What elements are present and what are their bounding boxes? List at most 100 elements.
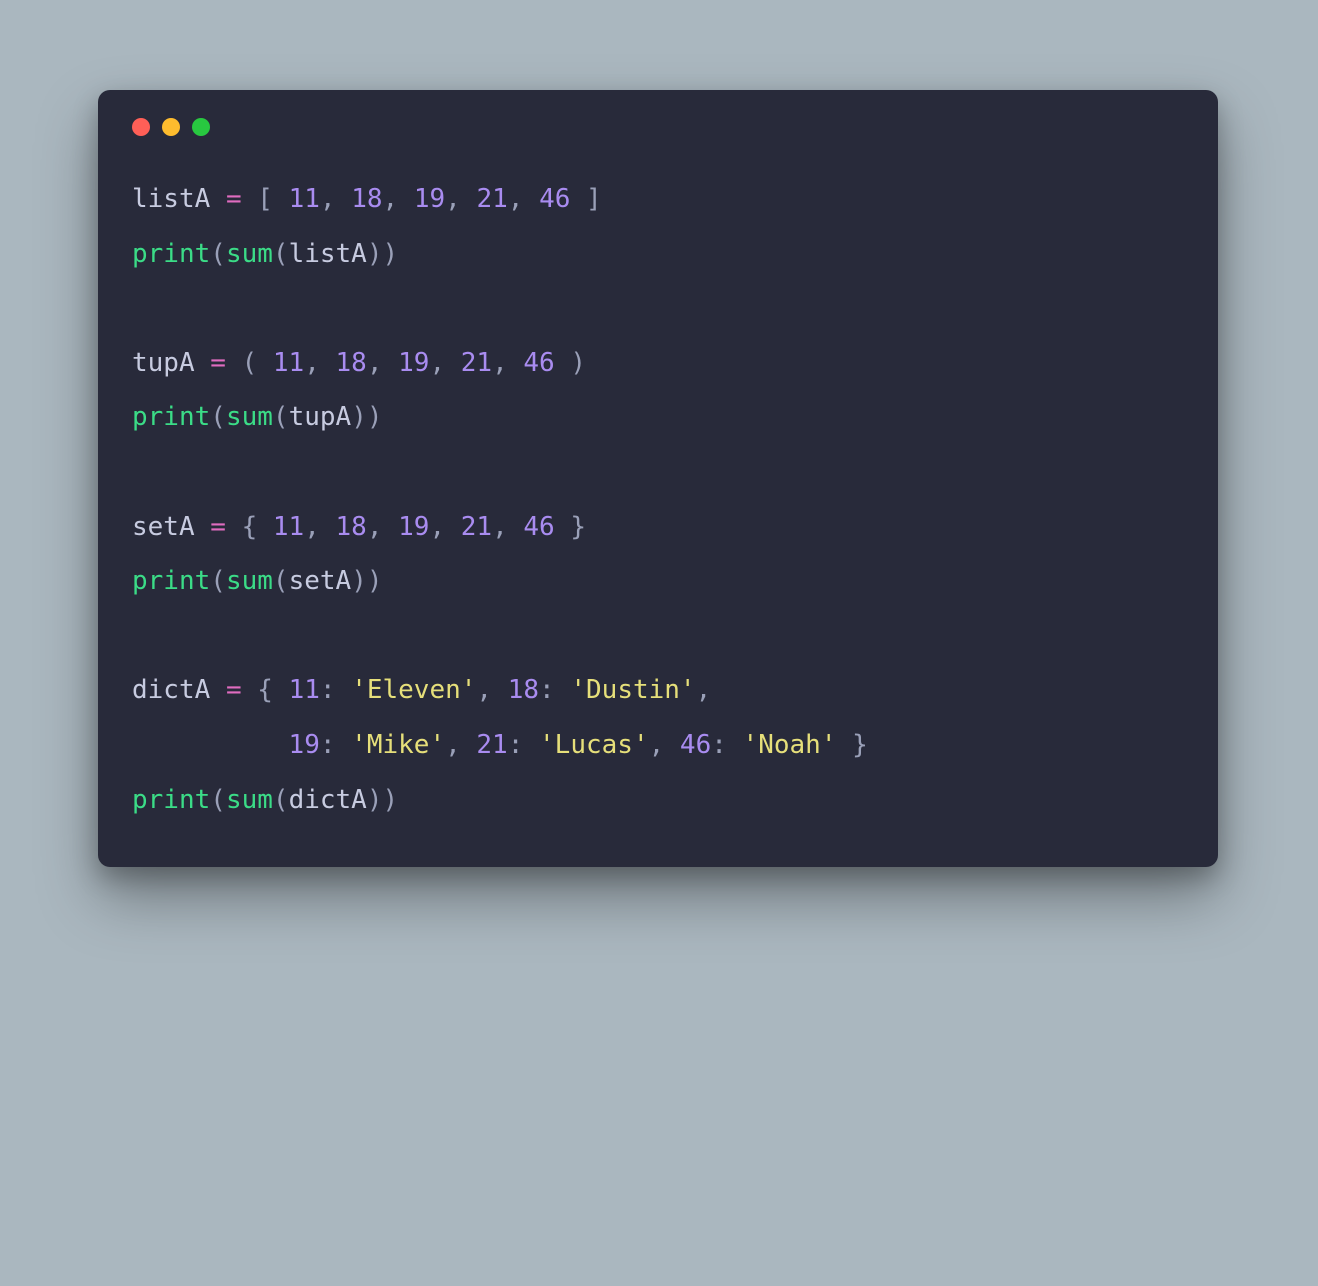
code-token: 19 xyxy=(398,512,429,542)
code-token: } xyxy=(555,512,586,542)
code-token: )) xyxy=(367,785,398,815)
code-token: setA xyxy=(132,512,195,542)
code-token: )) xyxy=(351,566,382,596)
code-token: 21 xyxy=(461,348,492,378)
window-traffic-lights xyxy=(132,118,1184,136)
code-token: = xyxy=(210,348,226,378)
code-token: , xyxy=(492,348,523,378)
code-token: : xyxy=(711,730,742,760)
code-token: : xyxy=(539,675,570,705)
code-token xyxy=(195,348,211,378)
code-token: listA xyxy=(132,184,210,214)
code-token: , xyxy=(304,512,335,542)
code-token: ( xyxy=(210,566,226,596)
code-token: , xyxy=(367,512,398,542)
close-icon[interactable] xyxy=(132,118,150,136)
code-token: ( xyxy=(210,785,226,815)
code-token: ( xyxy=(273,402,289,432)
code-token: 11 xyxy=(289,675,320,705)
code-token: 19 xyxy=(398,348,429,378)
code-token: print xyxy=(132,785,210,815)
code-token: 46 xyxy=(680,730,711,760)
code-token: 21 xyxy=(476,730,507,760)
code-token: , xyxy=(696,675,712,705)
code-token: 'Lucas' xyxy=(539,730,649,760)
code-token: sum xyxy=(226,566,273,596)
code-token: 'Noah' xyxy=(743,730,837,760)
code-token: ( xyxy=(226,348,273,378)
code-line: print(sum(dictA)) xyxy=(132,785,398,815)
code-token: ] xyxy=(570,184,601,214)
code-token: , xyxy=(320,184,351,214)
code-token: , xyxy=(476,675,507,705)
code-token: : xyxy=(508,730,539,760)
code-token: [ xyxy=(242,184,289,214)
code-token: 'Mike' xyxy=(351,730,445,760)
code-token: 11 xyxy=(273,512,304,542)
code-token: dictA xyxy=(132,675,210,705)
code-line: print(sum(setA)) xyxy=(132,566,383,596)
code-token: { xyxy=(242,675,289,705)
code-token: tupA xyxy=(289,402,352,432)
code-token: 18 xyxy=(336,348,367,378)
code-token: , xyxy=(429,512,460,542)
code-token: sum xyxy=(226,239,273,269)
code-token: 21 xyxy=(476,184,507,214)
code-token: , xyxy=(304,348,335,378)
code-line: 19: 'Mike', 21: 'Lucas', 46: 'Noah' } xyxy=(132,730,868,760)
code-line: listA = [ 11, 18, 19, 21, 46 ] xyxy=(132,184,602,214)
code-token: ( xyxy=(273,785,289,815)
code-token: sum xyxy=(226,785,273,815)
minimize-icon[interactable] xyxy=(162,118,180,136)
code-token: , xyxy=(383,184,414,214)
code-token: ( xyxy=(273,239,289,269)
code-token: 21 xyxy=(461,512,492,542)
code-token: } xyxy=(836,730,867,760)
code-token: , xyxy=(367,348,398,378)
code-token: )) xyxy=(351,402,382,432)
code-token: listA xyxy=(289,239,367,269)
code-token: ( xyxy=(273,566,289,596)
code-block: listA = [ 11, 18, 19, 21, 46 ] print(sum… xyxy=(132,172,1184,827)
code-line: setA = { 11, 18, 19, 21, 46 } xyxy=(132,512,586,542)
code-token: , xyxy=(429,348,460,378)
code-token: dictA xyxy=(289,785,367,815)
code-line: dictA = { 11: 'Eleven', 18: 'Dustin', xyxy=(132,675,711,705)
code-line: print(sum(tupA)) xyxy=(132,402,383,432)
code-token: { xyxy=(226,512,273,542)
code-token: 46 xyxy=(523,512,554,542)
code-token: 'Dustin' xyxy=(570,675,695,705)
code-token: : xyxy=(320,730,351,760)
code-line: tupA = ( 11, 18, 19, 21, 46 ) xyxy=(132,348,586,378)
code-token: = xyxy=(210,512,226,542)
code-token: = xyxy=(226,184,242,214)
code-token: 19 xyxy=(289,730,320,760)
code-window: listA = [ 11, 18, 19, 21, 46 ] print(sum… xyxy=(98,90,1218,867)
code-token: , xyxy=(508,184,539,214)
code-token: 18 xyxy=(336,512,367,542)
code-token: sum xyxy=(226,402,273,432)
zoom-icon[interactable] xyxy=(192,118,210,136)
code-token: 19 xyxy=(414,184,445,214)
code-token: 18 xyxy=(351,184,382,214)
code-line: print(sum(listA)) xyxy=(132,239,398,269)
code-token: 46 xyxy=(539,184,570,214)
code-token: , xyxy=(492,512,523,542)
code-token: 11 xyxy=(289,184,320,214)
code-token: 46 xyxy=(523,348,554,378)
code-token: 11 xyxy=(273,348,304,378)
code-token: , xyxy=(445,730,476,760)
code-token: , xyxy=(445,184,476,214)
code-token: 'Eleven' xyxy=(351,675,476,705)
code-token: ( xyxy=(210,239,226,269)
code-token: print xyxy=(132,566,210,596)
code-token: )) xyxy=(367,239,398,269)
code-token: , xyxy=(649,730,680,760)
code-token: ( xyxy=(210,402,226,432)
code-token: print xyxy=(132,239,210,269)
code-token xyxy=(132,730,289,760)
code-token: setA xyxy=(289,566,352,596)
code-token: tupA xyxy=(132,348,195,378)
code-token: : xyxy=(320,675,351,705)
code-token: 18 xyxy=(508,675,539,705)
